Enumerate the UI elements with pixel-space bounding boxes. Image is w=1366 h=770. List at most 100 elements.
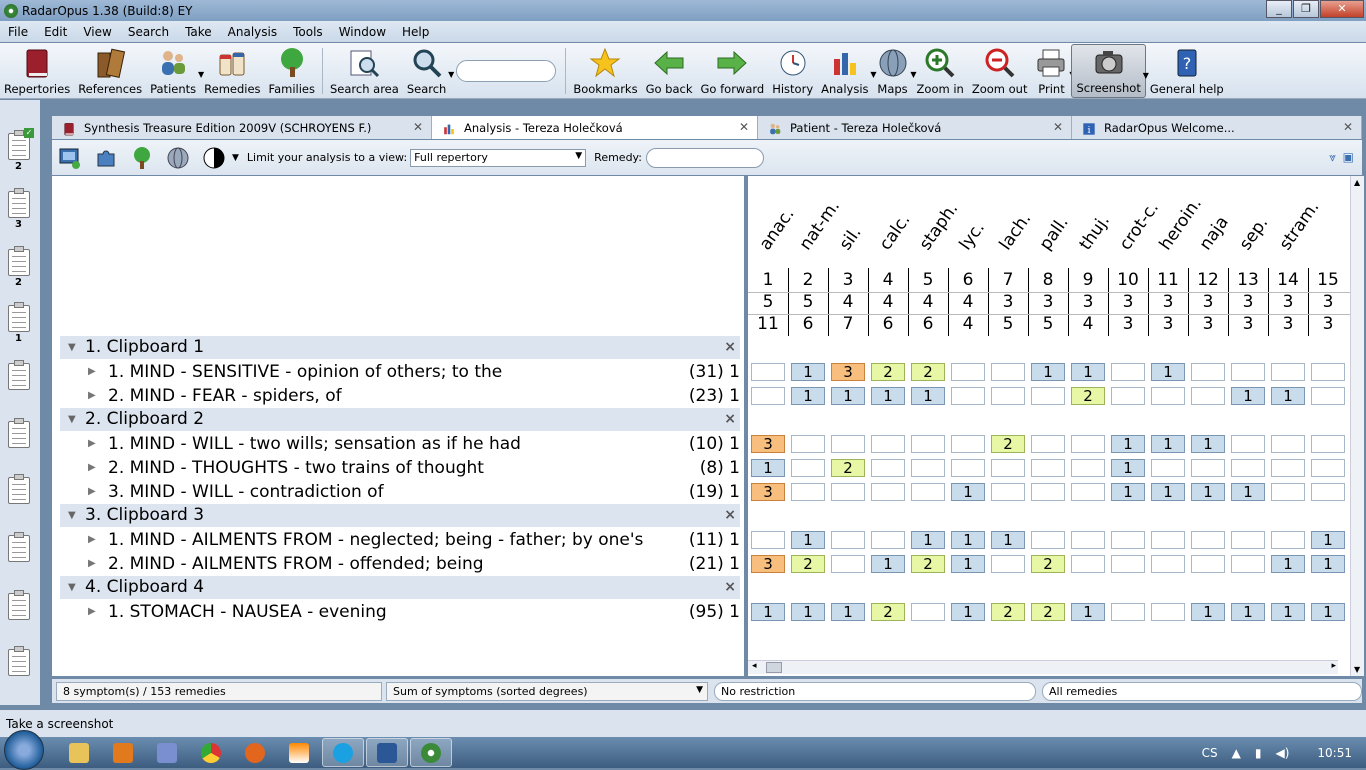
clock[interactable]: 10:51	[1317, 746, 1352, 760]
remedy-header[interactable]: lach.	[996, 209, 1036, 254]
expand-triangle-icon[interactable]: ▶	[88, 480, 96, 504]
grade-cell[interactable]: 3	[751, 435, 785, 453]
remedy-header[interactable]: pall.	[1036, 213, 1073, 254]
grade-cell[interactable]	[871, 459, 905, 477]
restriction-field[interactable]: No restriction	[714, 681, 1036, 701]
grade-cell[interactable]	[991, 555, 1025, 573]
toolbar-search-input[interactable]	[456, 59, 557, 82]
tab-2[interactable]: Analysis - Tereza Holečková ✕	[432, 116, 758, 139]
grade-cell[interactable]: 1	[951, 531, 985, 549]
analysis-button[interactable]: Analysis ▼	[817, 44, 877, 98]
grade-cell[interactable]: 2	[991, 435, 1025, 453]
clipboard-icon[interactable]: 2	[8, 246, 32, 288]
vlc-taskbar-icon[interactable]	[278, 738, 320, 767]
network-icon[interactable]: ▮	[1255, 746, 1262, 760]
expand-triangle-icon[interactable]: ▶	[88, 456, 96, 480]
clipboard-group-header[interactable]: ▼ 3. Clipboard 3 ×	[60, 504, 740, 527]
grade-cell[interactable]	[791, 459, 825, 477]
grade-cell[interactable]: 1	[791, 363, 825, 381]
grade-cell[interactable]: 1	[1031, 363, 1065, 381]
menu-search[interactable]: Search	[120, 25, 177, 39]
grade-cell[interactable]	[1111, 363, 1145, 381]
app-taskbar-icon[interactable]	[146, 738, 188, 767]
grade-cell[interactable]	[1191, 387, 1225, 405]
grade-cell[interactable]	[1271, 435, 1305, 453]
grade-cell[interactable]: 2	[1071, 387, 1105, 405]
clipboard-group-header[interactable]: ▼ 4. Clipboard 4 ×	[60, 576, 740, 599]
expand-triangle-icon[interactable]: ▶	[88, 384, 96, 408]
volume-icon[interactable]: ◀)	[1275, 746, 1289, 760]
remedy-header[interactable]: sil.	[836, 223, 866, 254]
grade-cell[interactable]: 1	[1071, 363, 1105, 381]
language-indicator[interactable]: CS	[1202, 746, 1218, 760]
grade-cell[interactable]: 1	[1311, 555, 1345, 573]
grade-cell[interactable]	[871, 435, 905, 453]
start-button[interactable]	[4, 729, 44, 770]
clipboard-icon[interactable]	[8, 418, 32, 448]
close-button[interactable]: ✕	[1320, 0, 1364, 18]
grade-cell[interactable]	[1111, 555, 1145, 573]
grade-cell[interactable]	[1111, 531, 1145, 549]
remedy-input[interactable]	[645, 147, 764, 168]
grade-cell[interactable]	[911, 435, 945, 453]
grade-cell[interactable]	[1311, 483, 1345, 501]
grade-cell[interactable]: 1	[1271, 387, 1305, 405]
grade-cell[interactable]	[1271, 483, 1305, 501]
grade-cell[interactable]: 1	[1191, 483, 1225, 501]
grade-cell[interactable]: 1	[1271, 555, 1305, 573]
chrome-taskbar-icon[interactable]	[190, 738, 232, 767]
remedy-header[interactable]: staph.	[916, 199, 963, 254]
explorer-taskbar-icon[interactable]	[58, 738, 100, 767]
close-icon[interactable]: ✕	[1343, 120, 1353, 134]
analysis-settings-icon[interactable]	[56, 144, 84, 172]
grade-cell[interactable]: 2	[831, 459, 865, 477]
expand-triangle-icon[interactable]: ▶	[88, 432, 96, 456]
grade-cell[interactable]: 1	[1111, 483, 1145, 501]
globe-icon[interactable]	[164, 144, 192, 172]
grade-cell[interactable]	[1031, 387, 1065, 405]
clipboard-group-header[interactable]: ▼ 1. Clipboard 1 ×	[60, 336, 740, 359]
grade-cell[interactable]	[911, 483, 945, 501]
grade-cell[interactable]	[1111, 603, 1145, 621]
screenshot-button[interactable]: Screenshot ▼	[1071, 44, 1149, 98]
grade-cell[interactable]: 1	[911, 531, 945, 549]
grade-cell[interactable]	[831, 555, 865, 573]
grade-cell[interactable]	[1071, 459, 1105, 477]
remedy-header[interactable]: thuj.	[1076, 211, 1114, 254]
tab-1[interactable]: Synthesis Treasure Edition 2009V (SCHROY…	[52, 116, 432, 139]
menu-file[interactable]: File	[0, 25, 36, 39]
grade-cell[interactable]	[751, 531, 785, 549]
grade-cell[interactable]: 1	[831, 603, 865, 621]
grade-cell[interactable]: 1	[1151, 435, 1185, 453]
puzzle-icon[interactable]	[92, 144, 120, 172]
grade-cell[interactable]: 1	[791, 603, 825, 621]
grade-cell[interactable]	[1071, 531, 1105, 549]
grade-cell[interactable]	[831, 483, 865, 501]
grade-cell[interactable]: 1	[1311, 603, 1345, 621]
grade-cell[interactable]: 1	[951, 555, 985, 573]
menu-tools[interactable]: Tools	[285, 25, 331, 39]
grade-cell[interactable]: 1	[1231, 483, 1265, 501]
grade-cell[interactable]	[1231, 459, 1265, 477]
grade-cell[interactable]: 3	[751, 483, 785, 501]
menu-edit[interactable]: Edit	[36, 25, 75, 39]
collapse-triangle-icon[interactable]: ▼	[68, 504, 76, 527]
remedy-header[interactable]: calc.	[876, 210, 915, 254]
bookmarks-button[interactable]: Bookmarks	[569, 44, 641, 98]
general-help-button[interactable]: ? General help	[1146, 44, 1228, 98]
grade-cell[interactable]	[911, 459, 945, 477]
grade-cell[interactable]	[871, 483, 905, 501]
close-icon[interactable]: ✕	[739, 120, 749, 134]
grade-cell[interactable]	[1031, 459, 1065, 477]
close-icon[interactable]: ✕	[413, 120, 423, 134]
grade-cell[interactable]	[1191, 531, 1225, 549]
chevron-down-icon[interactable]: ▼	[448, 70, 454, 79]
grade-cell[interactable]	[1031, 435, 1065, 453]
collapse-icon[interactable]: ⩔	[1329, 150, 1336, 165]
clipboard-icon[interactable]: 1	[8, 302, 32, 344]
collapse-triangle-icon[interactable]: ▼	[68, 336, 76, 359]
horizontal-scrollbar[interactable]: ◂ ▸	[748, 660, 1338, 674]
symptom-row[interactable]: ▶ 1. STOMACH - NAUSEA - evening (95) 1	[60, 600, 740, 624]
close-icon[interactable]: ×	[724, 576, 736, 599]
references-button[interactable]: References	[74, 44, 146, 98]
